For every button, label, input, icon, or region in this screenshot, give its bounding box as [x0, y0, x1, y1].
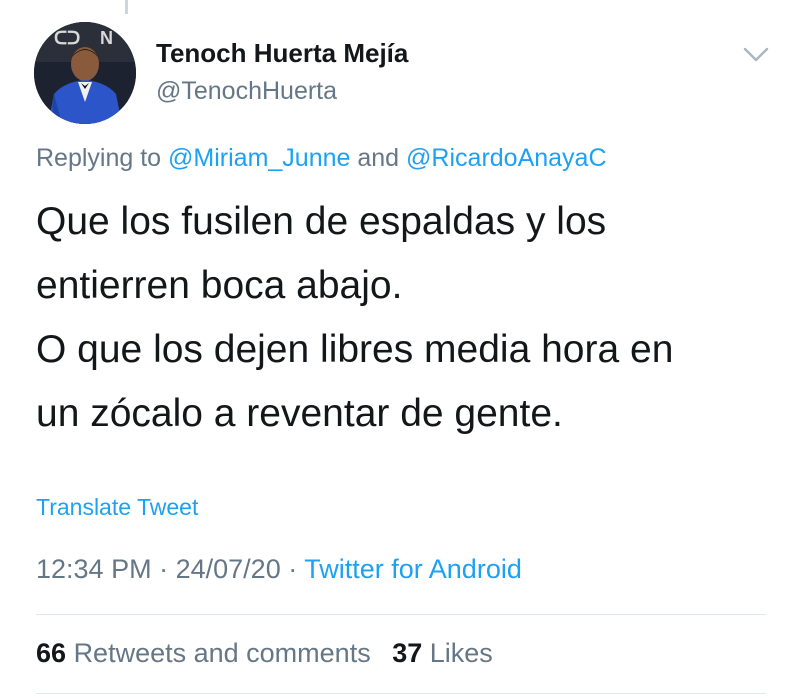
tweet-time: 12:34 PM: [36, 554, 152, 584]
tweet-text-line: un zócalo a reventar de gente.: [36, 392, 563, 435]
mention-link[interactable]: @RicardoAnayaC: [406, 144, 606, 172]
replying-to-conjunction: and: [357, 144, 400, 172]
profile-photo: ᑕᑐ N: [34, 22, 136, 124]
likes-label: Likes: [429, 638, 493, 668]
likes-count: 37: [392, 638, 423, 668]
replying-to-line: Replying to @Miriam_Junne and @RicardoAn…: [36, 144, 607, 173]
meta-separator: ·: [288, 554, 298, 584]
author-display-name[interactable]: Tenoch Huerta Mejía: [156, 38, 408, 69]
tweet-meta: 12:34 PM · 24/07/20 · Twitter for Androi…: [36, 554, 522, 585]
translate-tweet-link[interactable]: Translate Tweet: [36, 494, 198, 521]
retweets-label: Retweets and comments: [73, 638, 371, 668]
likes-stat[interactable]: 37 Likes: [392, 638, 493, 668]
tweet-text-line: Que los fusilen de espaldas y los: [36, 200, 607, 243]
meta-separator: ·: [159, 554, 169, 584]
tweet-text-line: entierren boca abajo.: [36, 264, 403, 307]
tweet-source-link[interactable]: Twitter for Android: [304, 554, 522, 584]
thread-connector-line: [125, 0, 128, 14]
avatar[interactable]: ᑕᑐ N: [34, 22, 136, 124]
svg-text:ᑕᑐ: ᑕᑐ: [54, 28, 80, 48]
retweets-count: 66: [36, 638, 67, 668]
divider: [36, 614, 766, 615]
chevron-down-icon[interactable]: [741, 44, 771, 66]
retweets-stat[interactable]: 66 Retweets and comments: [36, 638, 371, 668]
replying-to-label: Replying to: [36, 144, 162, 172]
tweet-date: 24/07/20: [175, 554, 281, 584]
svg-text:N: N: [100, 28, 113, 48]
tweet-body: Que los fusilen de espaldas y los entier…: [36, 190, 776, 446]
author-handle[interactable]: @TenochHuerta: [156, 77, 337, 106]
tweet-text-line: O que los dejen libres media hora en: [36, 328, 674, 371]
mention-link[interactable]: @Miriam_Junne: [168, 144, 350, 172]
tweet-stats: 66 Retweets and comments 37 Likes: [36, 638, 493, 669]
divider: [36, 693, 766, 694]
